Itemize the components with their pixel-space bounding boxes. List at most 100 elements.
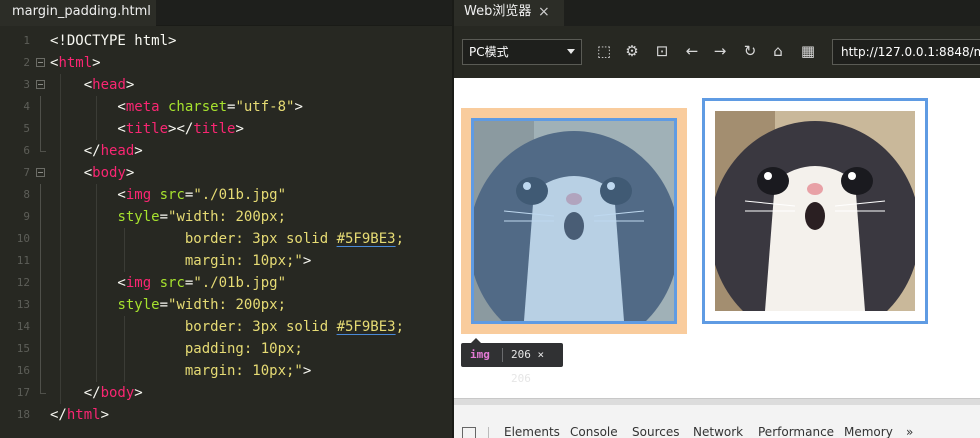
code-token: = xyxy=(159,297,169,313)
code-token: "width: 200px; xyxy=(168,297,287,313)
code-token: ; xyxy=(395,319,405,335)
code-token: style xyxy=(117,209,160,225)
code-editor[interactable]: margin_padding.html 1 <!DOCTYPE html> 2 <ht… xyxy=(0,0,452,438)
code-token: head xyxy=(100,143,135,159)
code-token: < xyxy=(50,275,126,291)
line-number: 4 xyxy=(23,100,30,113)
code-token: #5F9BE3 xyxy=(336,319,396,335)
code-line[interactable]: 5 <title></title> xyxy=(0,118,452,140)
code-token: > xyxy=(125,165,135,181)
fold-line xyxy=(40,316,41,338)
device-mode-select[interactable]: PC模式 xyxy=(462,39,582,65)
close-icon[interactable]: × xyxy=(538,0,550,24)
code-line[interactable]: 15 padding: 10px; xyxy=(0,338,452,360)
line-number: 13 xyxy=(16,298,30,311)
code-token: > xyxy=(92,55,101,71)
line-number: 10 xyxy=(16,232,30,245)
code-line[interactable]: 11 margin: 10px;"> xyxy=(0,250,452,272)
forward-icon[interactable]: → xyxy=(710,40,730,62)
code-token: = xyxy=(159,209,169,225)
line-number: 18 xyxy=(16,408,30,421)
line-number: 3 xyxy=(23,78,30,91)
code-token: "./01b.jpg" xyxy=(193,187,287,203)
code-text: margin: 10px;"> xyxy=(50,360,311,382)
code-line[interactable]: 2 <html> xyxy=(0,52,452,74)
fold-line xyxy=(40,228,41,250)
url-input[interactable]: http://127.0.0.1:8848/my xyxy=(832,39,980,65)
image-1[interactable] xyxy=(471,118,677,324)
fold-toggle-icon[interactable] xyxy=(36,58,45,67)
fold-line xyxy=(40,360,41,382)
code-line[interactable]: 10 border: 3px solid #5F9BE3; xyxy=(0,228,452,250)
element-size-tooltip: img 206 × 206 xyxy=(461,338,563,385)
line-number: 16 xyxy=(16,364,30,377)
screenshot-icon[interactable]: ⬚ xyxy=(594,40,614,62)
devtools-tab[interactable]: Console xyxy=(570,425,618,438)
back-icon[interactable]: ← xyxy=(682,40,702,62)
code-token: < xyxy=(50,165,93,181)
devtools-tab[interactable]: Sources xyxy=(632,425,679,438)
inspect-overlay xyxy=(474,121,674,321)
code-line[interactable]: 7 <body> xyxy=(0,162,452,184)
devtools-tab[interactable]: Performance xyxy=(758,425,834,438)
code-token: > xyxy=(294,99,303,115)
code-text: </head> xyxy=(50,140,143,162)
devtools-tabs: Elements Console Sources Network Performance… xyxy=(454,425,980,438)
devtools-tab[interactable]: Elements xyxy=(504,425,560,438)
code-line[interactable]: 13 style="width: 200px; xyxy=(0,294,452,316)
fold-end-marker xyxy=(40,140,46,152)
code-line[interactable]: 4 <meta charset="utf-8"> xyxy=(0,96,452,118)
code-token: > xyxy=(302,363,312,379)
line-number: 8 xyxy=(23,188,30,201)
code-line[interactable]: 17 </body> xyxy=(0,382,452,404)
inspect-icon[interactable] xyxy=(462,427,476,438)
code-token: </ xyxy=(50,143,101,159)
qrcode-icon[interactable]: ▦ xyxy=(798,40,818,62)
code-line[interactable]: 14 border: 3px solid #5F9BE3; xyxy=(0,316,452,338)
code-token: meta xyxy=(125,99,160,115)
browser-tab-label: Web浏览器 xyxy=(464,4,532,19)
editor-tab[interactable]: margin_padding.html xyxy=(0,0,156,26)
code-token: img xyxy=(125,187,152,203)
reload-icon[interactable]: ↻ xyxy=(740,40,760,62)
code-token: </ xyxy=(50,385,101,401)
code-token: body xyxy=(92,165,126,181)
fold-toggle-icon[interactable] xyxy=(36,80,45,89)
devtools-tab[interactable]: Network xyxy=(693,425,743,438)
code-token: > xyxy=(134,385,143,401)
code-line[interactable]: 18 </html> xyxy=(0,404,452,426)
code-token: padding: 10px; xyxy=(50,341,303,357)
fold-line xyxy=(40,294,41,316)
code-line[interactable]: 6 </head> xyxy=(0,140,452,162)
code-line[interactable]: 8 <img src="./01b.jpg" xyxy=(0,184,452,206)
line-number: 11 xyxy=(16,254,30,267)
line-number: 2 xyxy=(23,56,30,69)
code-token: #5F9BE3 xyxy=(336,231,396,247)
code-text: style="width: 200px; xyxy=(50,294,286,316)
lock-icon[interactable]: ⌂ xyxy=(768,40,788,62)
browser-tab[interactable]: Web浏览器 × xyxy=(454,0,564,26)
fold-line xyxy=(40,338,41,360)
devtools-tab[interactable]: » xyxy=(906,425,913,438)
code-area[interactable]: 1 <!DOCTYPE html> 2 <html> 3 <head> 4 <meta c… xyxy=(0,30,452,426)
settings-icon[interactable]: ⚙ xyxy=(622,40,642,62)
code-text: border: 3px solid #5F9BE3; xyxy=(50,316,404,338)
code-token: border: 3px solid xyxy=(50,319,337,335)
line-number: 7 xyxy=(23,166,30,179)
code-token: charset xyxy=(159,99,228,115)
line-number: 17 xyxy=(16,386,30,399)
code-token: title xyxy=(125,121,169,137)
code-line[interactable]: 9 style="width: 200px; xyxy=(0,206,452,228)
image-2[interactable] xyxy=(702,98,928,324)
devtools-tab[interactable]: Memory xyxy=(844,425,893,438)
console-icon[interactable]: ⊡ xyxy=(652,40,672,62)
code-line[interactable]: 16 margin: 10px;"> xyxy=(0,360,452,382)
web-browser-pane: Web浏览器 × PC模式 ⬚ ⚙ ⊡ ← → ↻ ⌂ ▦ http://127.0.0.1:… xyxy=(454,0,980,438)
code-line[interactable]: 12 <img src="./01b.jpg" xyxy=(0,272,452,294)
code-token: margin: 10px;" xyxy=(50,253,303,269)
devtools-resize-handle[interactable] xyxy=(454,399,980,405)
code-line[interactable]: 1 <!DOCTYPE html> xyxy=(0,30,452,52)
fold-toggle-icon[interactable] xyxy=(36,168,45,177)
code-line[interactable]: 3 <head> xyxy=(0,74,452,96)
code-text: margin: 10px;"> xyxy=(50,250,311,272)
